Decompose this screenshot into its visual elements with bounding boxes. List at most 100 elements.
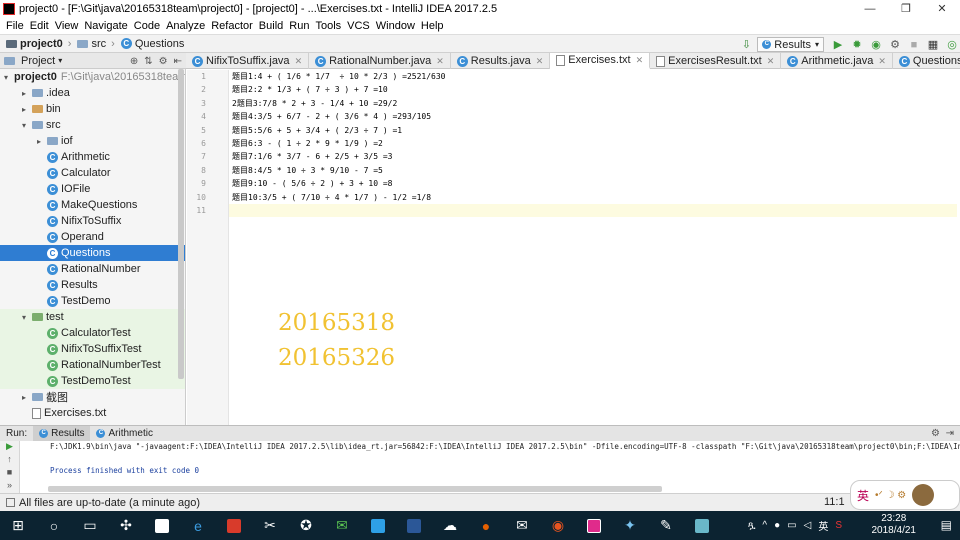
caret-position[interactable]: 11:1 [824, 496, 845, 508]
menu-analyze[interactable]: Analyze [163, 20, 208, 32]
tree-item[interactable]: C NifixToSuffix [0, 213, 185, 229]
tree-item[interactable]: ▸ 截图 [0, 389, 185, 405]
stop-icon[interactable]: ■ [0, 467, 19, 480]
run-config-select[interactable]: C Results ▾ [757, 37, 824, 52]
editor-tab[interactable]: ExercisesResult.txt ✕ [650, 53, 782, 69]
tree-item[interactable]: ▾ src [0, 117, 185, 133]
task-view-icon[interactable]: ▭ [72, 511, 108, 540]
tree-item[interactable]: C MakeQuestions [0, 197, 185, 213]
run-icon[interactable]: ▶ [830, 37, 846, 53]
chevron-down-icon[interactable]: ▾ [19, 121, 29, 130]
tree-item[interactable]: Exercises.txt [0, 405, 185, 421]
arrow-app-icon[interactable] [144, 511, 180, 540]
editor-tab[interactable]: C Results.java ✕ [451, 53, 551, 69]
menu-window[interactable]: Window [373, 20, 418, 32]
rerun-icon[interactable]: ▶ [0, 441, 19, 454]
tree-item[interactable]: ▾ project0 F:\Git\java\20165318team [0, 69, 185, 85]
project-panel-title[interactable]: Project [21, 55, 55, 67]
tree-item[interactable]: C NifixToSuffixTest [0, 341, 185, 357]
network-icon[interactable]: ▭ [787, 520, 796, 531]
coverage-icon[interactable]: ◉ [868, 37, 884, 53]
editor-tab[interactable]: Exercises.txt ✕ [550, 53, 651, 69]
mail-icon[interactable]: ✉ [504, 511, 540, 540]
tree-item[interactable]: ▸ iof [0, 133, 185, 149]
menu-edit[interactable]: Edit [27, 20, 52, 32]
console-horizontal-scrollbar[interactable] [48, 486, 662, 492]
tree-item[interactable]: C RationalNumberTest [0, 357, 185, 373]
menu-refactor[interactable]: Refactor [208, 20, 256, 32]
menu-tools[interactable]: Tools [312, 20, 344, 32]
hide-panel-icon[interactable]: ⇥ [946, 428, 954, 439]
notes-app-icon[interactable] [684, 511, 720, 540]
breadcrumb-questions[interactable]: C Questions [115, 38, 184, 50]
app-tray-icon[interactable]: ● [774, 520, 780, 531]
menu-file[interactable]: File [3, 20, 27, 32]
menu-vcs[interactable]: VCS [344, 20, 373, 32]
taskbar-clock[interactable]: 23:28 2018/4/21 [872, 513, 917, 537]
menu-help[interactable]: Help [418, 20, 447, 32]
menu-navigate[interactable]: Navigate [81, 20, 130, 32]
settings-gear-icon[interactable]: ⚙ [931, 428, 940, 439]
store-icon[interactable] [216, 511, 252, 540]
menu-run[interactable]: Run [286, 20, 312, 32]
stop-icon[interactable]: ■ [906, 37, 922, 53]
chevron-right-icon[interactable]: ▸ [19, 105, 29, 114]
chevron-right-icon[interactable]: ▸ [34, 137, 44, 146]
search-icon[interactable]: ○ [36, 511, 72, 540]
chevron-right-icon[interactable]: ▸ [19, 89, 29, 98]
ubuntu-icon[interactable]: ◉ [540, 511, 576, 540]
project-structure-icon[interactable]: ▦ [925, 37, 941, 53]
close-icon[interactable]: ✕ [295, 56, 303, 67]
wechat-icon[interactable]: ✉ [324, 511, 360, 540]
tree-item[interactable]: C Calculator [0, 165, 185, 181]
run-tab-arithmetic[interactable]: C Arithmetic [90, 426, 158, 442]
tray-language[interactable]: 英 [818, 518, 828, 533]
collapse-all-icon[interactable]: ⇅ [144, 56, 152, 67]
chevron-right-icon[interactable]: ▸ [19, 393, 29, 402]
tree-item[interactable]: ▸ .idea [0, 85, 185, 101]
tree-scrollbar[interactable] [178, 69, 184, 379]
close-button[interactable]: ✕ [924, 0, 960, 17]
close-icon[interactable]: ✕ [636, 55, 644, 66]
feather-app-icon[interactable]: ✎ [648, 511, 684, 540]
drop-app-icon[interactable] [360, 511, 396, 540]
editor-tab[interactable]: C Arithmetic.java ✕ [781, 53, 893, 69]
chevron-down-icon[interactable]: ▾ [58, 56, 62, 65]
fan-app-icon[interactable]: ✣ [108, 511, 144, 540]
star-app-icon[interactable]: ✦ [612, 511, 648, 540]
people-icon[interactable]: ጿ [748, 520, 756, 531]
chat-app-icon[interactable]: ☁ [432, 511, 468, 540]
editor-tab[interactable]: C RationalNumber.java ✕ [309, 53, 451, 69]
scroll-up-icon[interactable]: ↑ [0, 454, 19, 467]
close-icon[interactable]: ✕ [878, 56, 886, 67]
intellij-taskbar-icon[interactable] [576, 511, 612, 540]
windows-start-icon[interactable]: ⊞ [0, 511, 36, 540]
editor-content[interactable]: 题目1:4 + ( 1/6 * 1/7 ÷ 10 * 2/3 ) =2521/6… [229, 70, 957, 425]
run-tab-results[interactable]: C Results [33, 425, 91, 442]
tree-item[interactable]: C Results [0, 277, 185, 293]
tool-windows-icon[interactable] [6, 498, 15, 507]
build-icon[interactable]: ⇩ [738, 37, 754, 53]
debug-icon[interactable]: ✹ [849, 37, 865, 53]
editor-tab[interactable]: C NifixToSuffix.java ✕ [186, 53, 310, 69]
tree-item[interactable]: C Arithmetic [0, 149, 185, 165]
ime-widget[interactable]: 英 •ᐟ ☽ ⚙ [850, 480, 960, 510]
chevron-down-icon[interactable]: ▾ [19, 313, 29, 322]
tree-item[interactable]: ▾ test [0, 309, 185, 325]
sogou-icon[interactable]: S [835, 520, 842, 531]
edge-browser-icon[interactable]: e [180, 511, 216, 540]
tray-expand-icon[interactable]: ^ [762, 520, 767, 531]
maximize-button[interactable]: ❐ [888, 0, 924, 17]
tree-item[interactable]: C IOFile [0, 181, 185, 197]
network-app-icon[interactable]: ✪ [288, 511, 324, 540]
volume-icon[interactable]: ◁ [804, 520, 812, 531]
firefox-icon[interactable]: ● [468, 511, 504, 540]
tree-item[interactable]: C TestDemoTest [0, 373, 185, 389]
hide-panel-icon[interactable]: ⇤ [174, 56, 182, 67]
scroll-from-source-icon[interactable]: ⊕ [130, 56, 138, 67]
close-icon[interactable]: ✕ [536, 56, 544, 67]
minimize-button[interactable]: — [852, 0, 888, 17]
chevron-down-icon[interactable]: ▾ [4, 73, 8, 82]
profile-icon[interactable]: ⚙ [887, 37, 903, 53]
tree-item[interactable]: C RationalNumber [0, 261, 185, 277]
